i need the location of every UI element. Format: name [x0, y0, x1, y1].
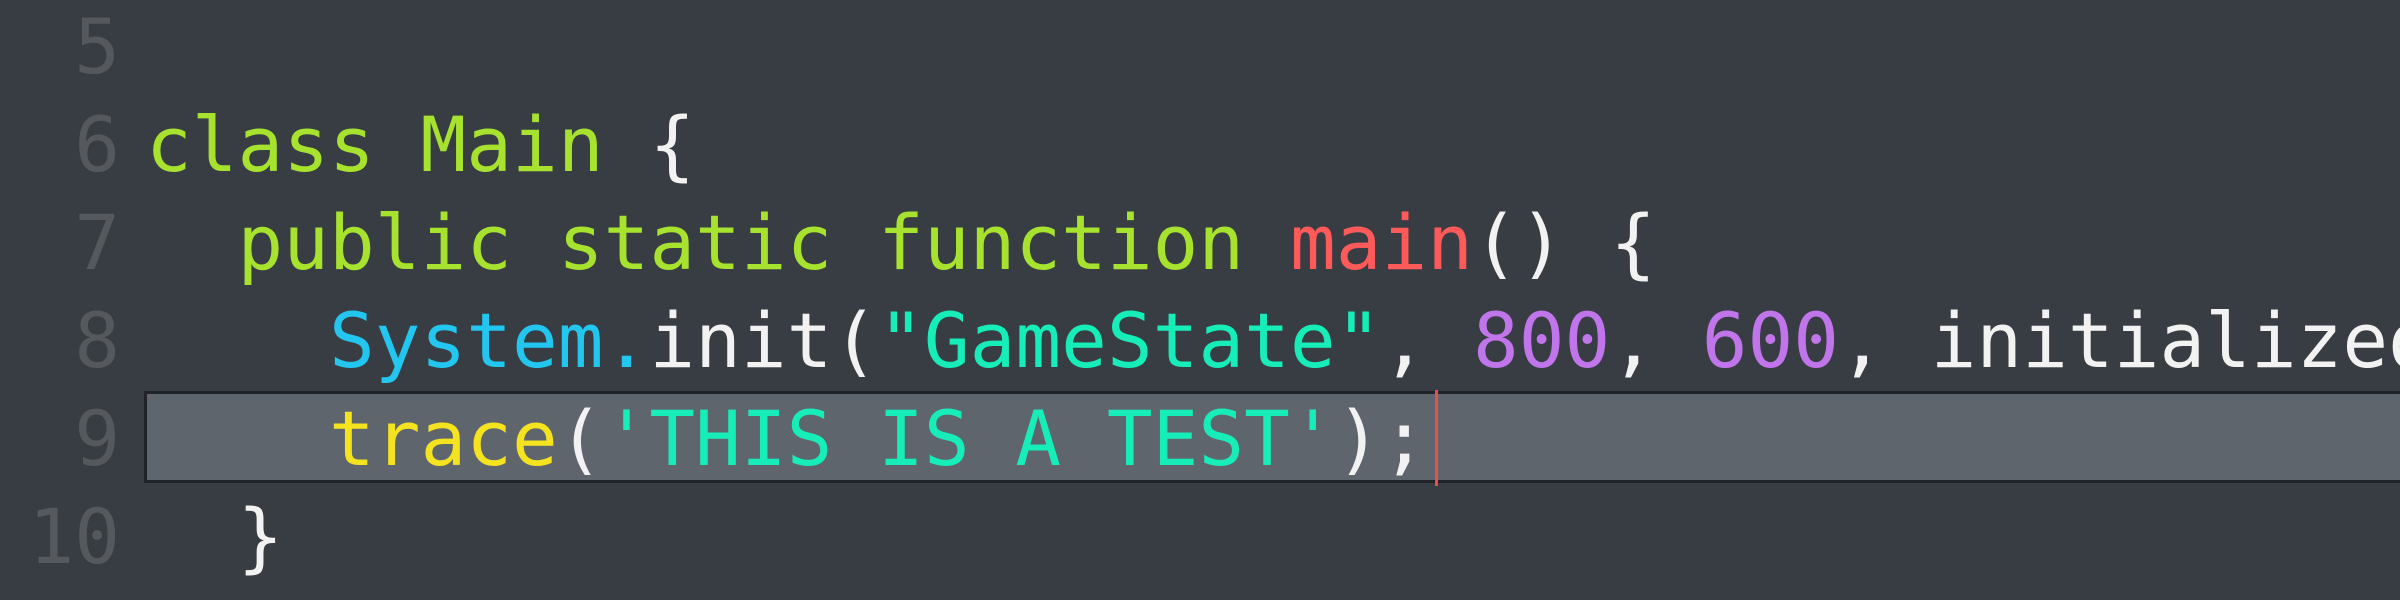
- line-number-7: 7: [74, 198, 120, 287]
- comma: ,: [1610, 296, 1702, 385]
- comma: ,: [1381, 296, 1473, 385]
- number-literal: 600: [1701, 296, 1840, 385]
- string-literal: 'THIS IS A TEST': [603, 394, 1336, 483]
- code-line-7[interactable]: public static function main() {: [146, 194, 1657, 292]
- code-editor[interactable]: 5 6 7 8 9 10 class Main { public static …: [0, 0, 2400, 600]
- string-literal: "GameState": [878, 296, 1382, 385]
- trace-function: trace: [329, 394, 558, 483]
- keyword-function: function: [878, 198, 1245, 287]
- line-number-8: 8: [74, 296, 120, 385]
- keyword-static: static: [557, 198, 833, 287]
- code-line-8[interactable]: System.init("GameState", 800, 600, initi…: [146, 292, 2400, 390]
- code-line-9[interactable]: trace('THIS IS A TEST');: [146, 390, 1439, 488]
- number-literal: 800: [1472, 296, 1611, 385]
- method-call: init(: [649, 296, 879, 385]
- close-paren-semicolon: );: [1335, 394, 1428, 483]
- text-cursor: [1435, 390, 1439, 486]
- comma: ,: [1839, 296, 1931, 385]
- line-number-5: 5: [74, 2, 120, 91]
- system-object: System: [329, 296, 604, 385]
- code-line-10[interactable]: }: [146, 488, 284, 586]
- line-number-9: 9: [74, 394, 120, 483]
- function-name: main: [1289, 198, 1473, 287]
- close-brace: }: [237, 492, 284, 581]
- line-number-10: 10: [28, 492, 120, 581]
- keyword-public: public: [237, 198, 513, 287]
- keyword-class: class: [146, 100, 375, 189]
- dot: .: [603, 296, 650, 385]
- class-name: Main: [420, 100, 604, 189]
- open-brace: {: [649, 100, 696, 189]
- open-paren: (: [557, 394, 604, 483]
- identifier: initialized: [1930, 296, 2400, 385]
- parens-brace: () {: [1472, 198, 1657, 287]
- line-number-6: 6: [74, 100, 120, 189]
- code-line-6[interactable]: class Main {: [146, 96, 695, 194]
